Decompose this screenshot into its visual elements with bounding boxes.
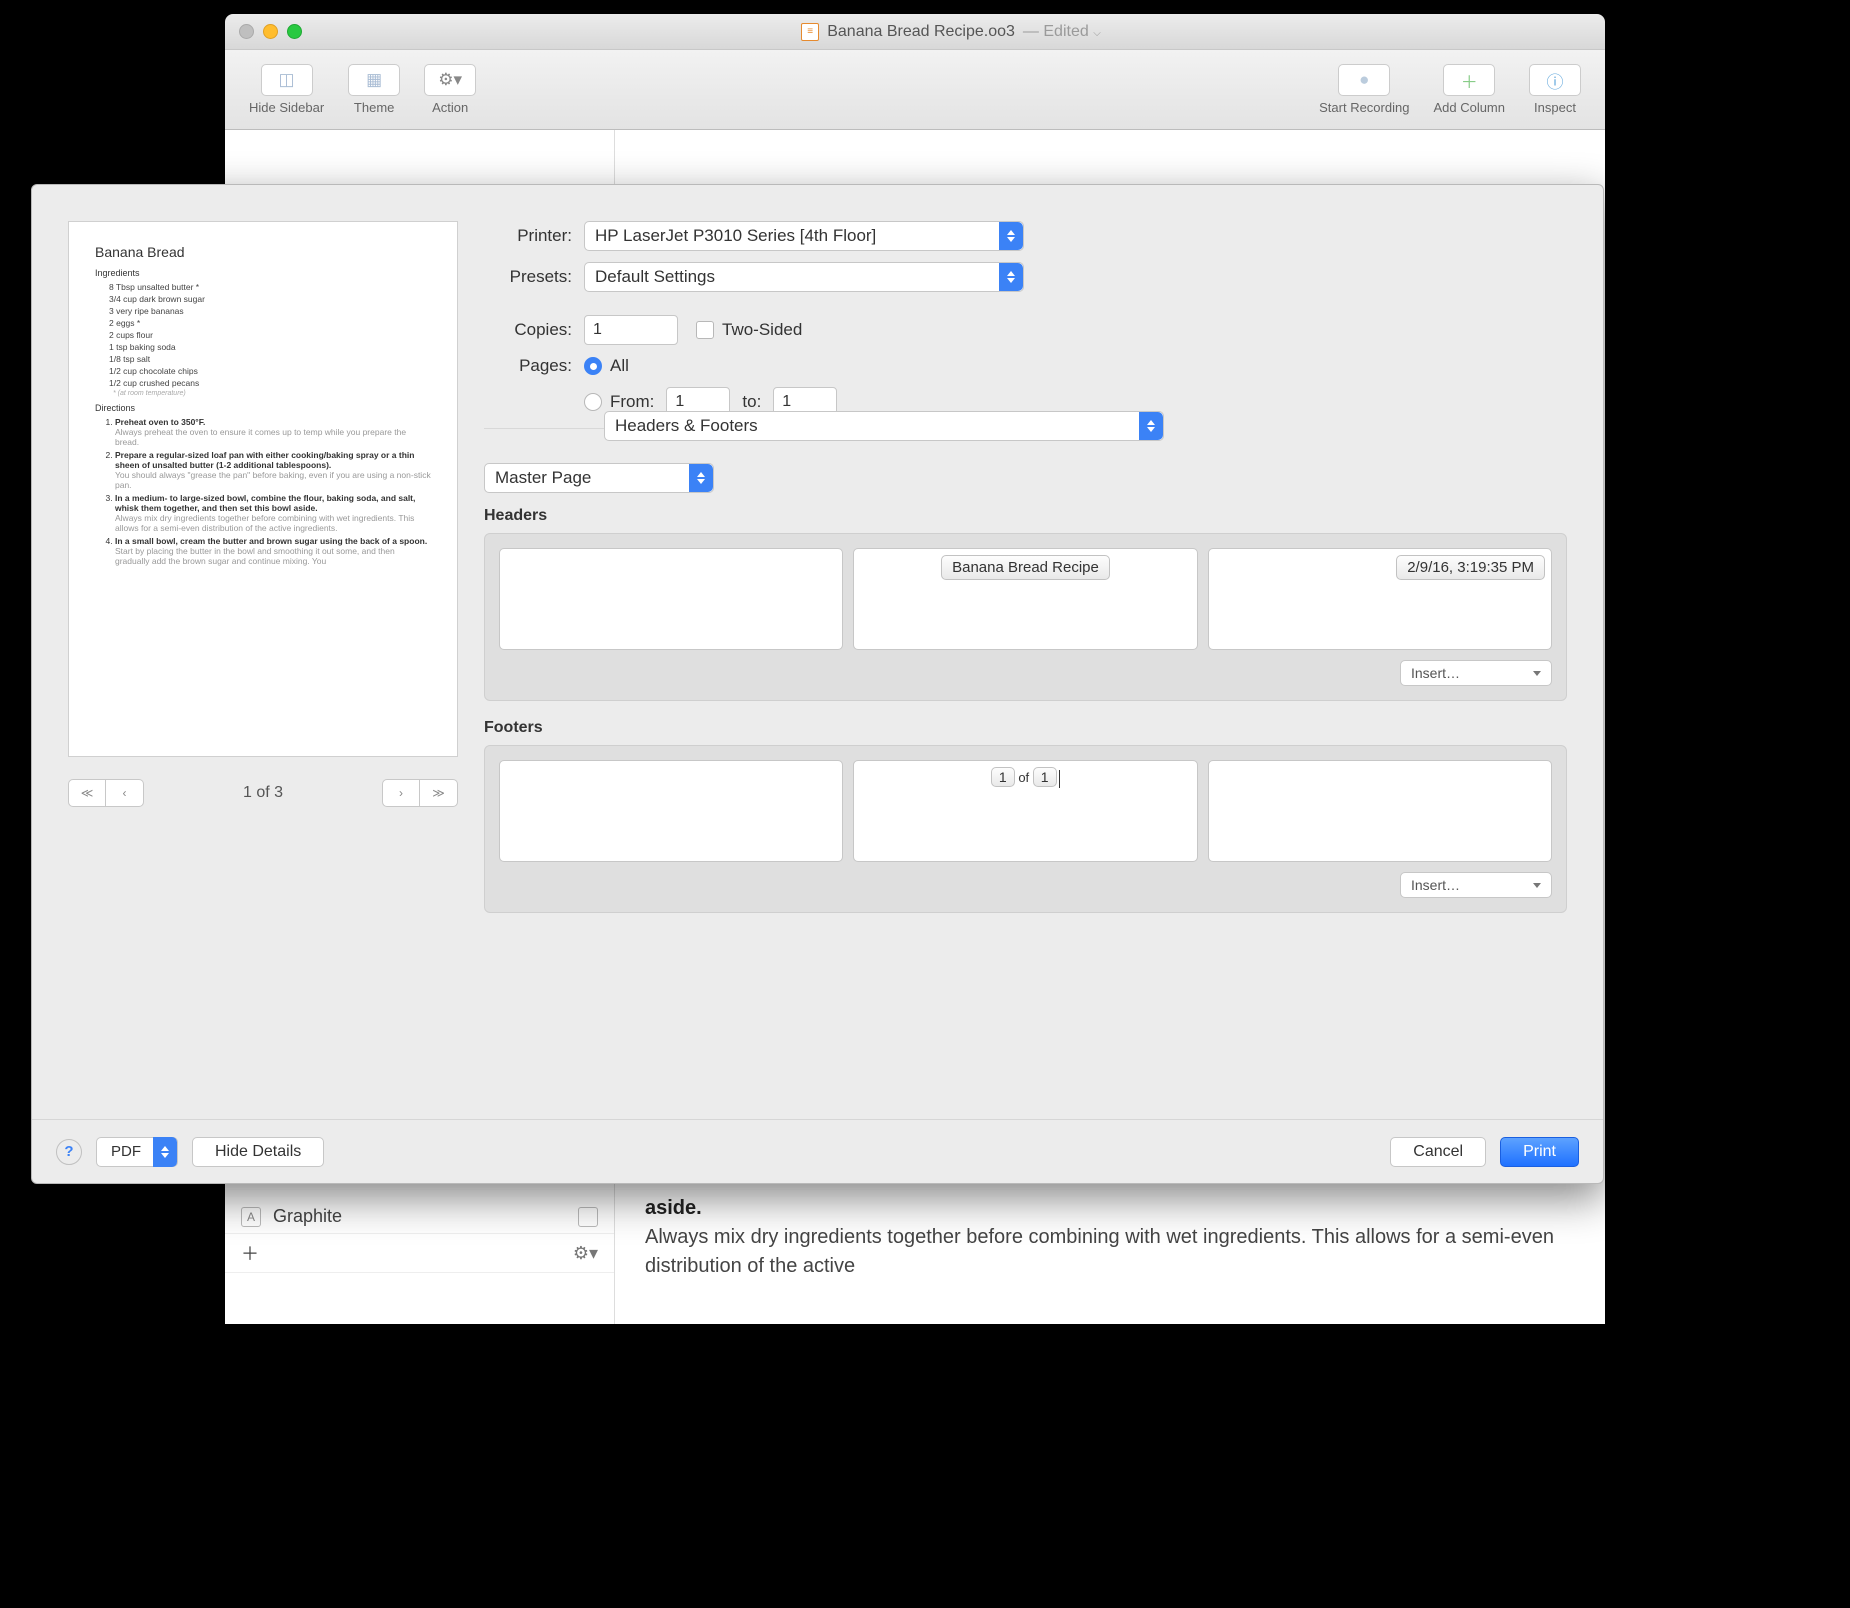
print-dialog: Banana Bread Ingredients 8 Tbsp unsalted… (31, 184, 1604, 1184)
two-sided-label: Two-Sided (722, 320, 802, 340)
gear-icon[interactable]: ⚙︎▾ (573, 1243, 598, 1264)
titlebar: ≡ Banana Bread Recipe.oo3 — Edited ⌵ (225, 14, 1605, 50)
presets-label: Presets: (484, 267, 584, 287)
print-preview: Banana Bread Ingredients 8 Tbsp unsalted… (68, 221, 458, 757)
footers-label: Footers (484, 719, 1567, 737)
close-window-button[interactable] (239, 24, 254, 39)
hide-details-button[interactable]: Hide Details (192, 1137, 324, 1167)
copies-label: Copies: (484, 320, 584, 340)
sidebar-add-row[interactable]: ＋ ⚙︎▾ (225, 1234, 614, 1273)
first-page-button[interactable]: ≪ (68, 779, 106, 807)
window-title: Banana Bread Recipe.oo3 (827, 23, 1015, 41)
footer-left-input[interactable] (499, 760, 843, 862)
plus-icon: ＋ (241, 1240, 259, 1266)
next-page-button[interactable]: › (382, 779, 420, 807)
printer-label: Printer: (484, 226, 584, 246)
start-recording-button[interactable]: ●Start Recording (1307, 64, 1421, 115)
inspect-button[interactable]: ⓘInspect (1517, 64, 1593, 115)
document-icon: ≡ (801, 23, 819, 41)
header-center-input[interactable]: Banana Bread Recipe (853, 548, 1197, 650)
help-button[interactable]: ? (56, 1139, 82, 1165)
printer-select[interactable]: HP LaserJet P3010 Series [4th Floor] (584, 221, 1024, 251)
checkbox-icon[interactable] (578, 1207, 598, 1227)
pages-from-radio[interactable] (584, 393, 602, 411)
header-right-input[interactable]: 2/9/16, 3:19:35 PM (1208, 548, 1552, 650)
print-section-select[interactable]: Headers & Footers (604, 411, 1164, 441)
pdf-menu[interactable]: PDF (96, 1137, 178, 1167)
copies-input[interactable]: 1 (584, 315, 678, 345)
footers-panel: 1 of 1 Insert… (484, 745, 1567, 913)
cancel-button[interactable]: Cancel (1390, 1137, 1486, 1167)
footer-center-input[interactable]: 1 of 1 (853, 760, 1197, 862)
toolbar: ◫Hide Sidebar ▦Theme ⚙︎▾Action ●Start Re… (225, 50, 1605, 130)
sidebar-row-graphite[interactable]: A Graphite (225, 1200, 614, 1234)
prev-page-button[interactable]: ‹ (106, 779, 144, 807)
footer-right-input[interactable] (1208, 760, 1552, 862)
header-insert-menu[interactable]: Insert… (1400, 660, 1552, 686)
action-button[interactable]: ⚙︎▾Action (412, 64, 488, 115)
presets-select[interactable]: Default Settings (584, 262, 1024, 292)
last-page-button[interactable]: ≫ (420, 779, 458, 807)
pages-all-radio[interactable] (584, 357, 602, 375)
theme-button[interactable]: ▦Theme (336, 64, 412, 115)
pages-label: Pages: (484, 356, 584, 376)
footer-insert-menu[interactable]: Insert… (1400, 872, 1552, 898)
print-button[interactable]: Print (1500, 1137, 1579, 1167)
headers-panel: Banana Bread Recipe 2/9/16, 3:19:35 PM I… (484, 533, 1567, 701)
two-sided-checkbox[interactable] (696, 321, 714, 339)
headers-label: Headers (484, 507, 1567, 525)
page-indicator: 1 of 3 (243, 784, 283, 802)
hide-sidebar-button[interactable]: ◫Hide Sidebar (237, 64, 336, 115)
maximize-window-button[interactable] (287, 24, 302, 39)
master-page-select[interactable]: Master Page (484, 463, 714, 493)
add-column-button[interactable]: ＋Add Column (1421, 64, 1517, 115)
edited-indicator[interactable]: — Edited ⌵ (1023, 23, 1101, 41)
header-left-input[interactable] (499, 548, 843, 650)
minimize-window-button[interactable] (263, 24, 278, 39)
style-swatch-icon: A (241, 1207, 261, 1227)
